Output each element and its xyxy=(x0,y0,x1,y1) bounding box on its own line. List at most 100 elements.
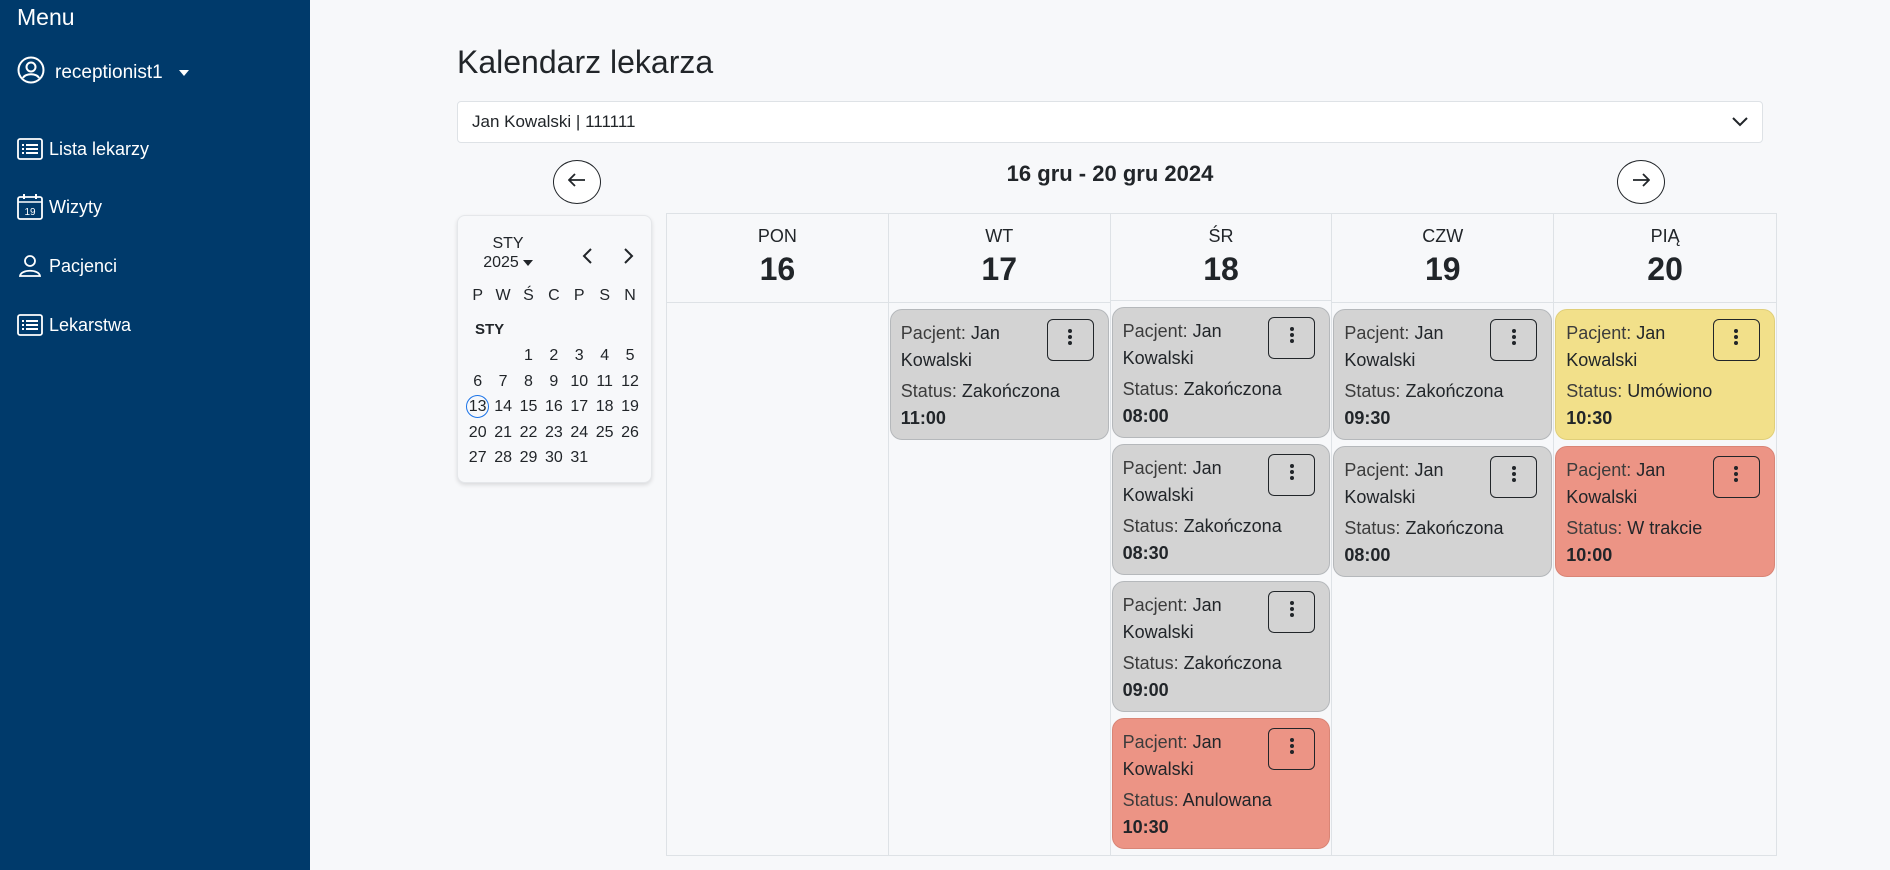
day-number: 16 xyxy=(544,398,563,416)
appointment-status: Status: Anulowana xyxy=(1123,787,1320,814)
appointment-menu-button[interactable] xyxy=(1268,728,1316,770)
day-number: 29 xyxy=(519,449,538,467)
mini-calendar-day[interactable]: 5 xyxy=(617,343,642,369)
mini-calendar-day[interactable]: 29 xyxy=(516,445,541,471)
appointment-time: 08:00 xyxy=(1122,406,1169,426)
mini-calendar-day[interactable]: 8 xyxy=(516,369,541,395)
status-label: Status: xyxy=(1122,653,1179,673)
day-column: PIĄ 20 Pacjent: Jan Kowalski Status: Umówio… xyxy=(1554,214,1776,855)
mini-calendar-prev-button[interactable] xyxy=(576,246,598,270)
sidebar-item-pacjenci[interactable]: Pacjenci xyxy=(17,253,117,279)
appointment-menu-button[interactable] xyxy=(1268,454,1316,496)
user-dropdown[interactable]: receptionist1 xyxy=(17,56,189,90)
kebab-icon xyxy=(1289,325,1295,352)
day-number: 21 xyxy=(494,423,512,441)
appointment-menu-button[interactable] xyxy=(1712,456,1760,498)
day-header: PON 16 xyxy=(667,214,888,303)
day-number: 4 xyxy=(600,347,610,364)
day-number: 10 xyxy=(570,372,589,390)
sidebar-item-label: Lista lekarzy xyxy=(49,138,150,159)
mini-calendar-day[interactable]: 11 xyxy=(592,369,617,395)
day-number: 19 xyxy=(621,398,639,416)
mini-calendar-day-today[interactable]: 13 xyxy=(465,394,490,420)
caret-down-icon xyxy=(178,70,189,76)
sidebar-item-lista-lekarzy[interactable]: Lista lekarzy xyxy=(17,136,149,162)
appointment-patient: Pacjent: Jan Kowalski xyxy=(1344,320,1494,374)
patient-label: Pacjent: xyxy=(900,323,966,343)
day-number: 20 xyxy=(468,423,487,441)
mini-calendar-day[interactable]: 21 xyxy=(490,420,515,446)
appointment-card[interactable]: Pacjent: Jan Kowalski Status: Zakończona 0… xyxy=(1333,309,1553,440)
appointment-status: Status: Zakończona xyxy=(1123,650,1320,677)
appointment-menu-button[interactable] xyxy=(1046,319,1094,361)
sidebar-item-wizyty[interactable]: 19 Wizyty xyxy=(17,194,102,220)
appointment-menu-button[interactable] xyxy=(1268,317,1316,359)
mini-calendar-day[interactable]: 25 xyxy=(592,420,617,446)
kebab-icon xyxy=(1511,327,1517,354)
next-week-button[interactable] xyxy=(1617,160,1665,204)
mini-calendar-day[interactable]: 2 xyxy=(541,343,566,369)
mini-calendar-next-button[interactable] xyxy=(618,246,640,270)
mini-calendar-day[interactable]: 16 xyxy=(541,394,566,420)
status-label: Status: xyxy=(900,381,957,401)
mini-calendar-day[interactable]: 23 xyxy=(541,420,566,446)
day-name: WT xyxy=(985,226,1014,246)
mini-calendar-day[interactable]: 10 xyxy=(567,369,592,395)
appointment-card[interactable]: Pacjent: Jan Kowalski Status: Umówiono 10:… xyxy=(1555,309,1775,440)
appointment-patient: Pacjent: Jan Kowalski xyxy=(1566,320,1716,374)
mini-calendar-day[interactable]: 18 xyxy=(592,394,617,420)
patient-label: Pacjent: xyxy=(1566,323,1632,343)
day-number: 17 xyxy=(570,398,589,416)
mini-calendar-month-year-picker[interactable]: STY 2025 xyxy=(478,234,538,272)
mini-calendar-day[interactable]: 30 xyxy=(541,445,566,471)
day-number: 2 xyxy=(549,347,559,364)
list-icon xyxy=(17,136,43,162)
list-icon xyxy=(17,312,43,338)
mini-calendar-day[interactable]: 15 xyxy=(516,394,541,420)
appointment-menu-button[interactable] xyxy=(1490,319,1538,361)
appointment-card[interactable]: Pacjent: Jan Kowalski Status: Zakończona 0… xyxy=(1333,446,1553,577)
mini-calendar-month: STY xyxy=(492,235,524,252)
appointment-menu-button[interactable] xyxy=(1268,591,1316,633)
mini-calendar-day[interactable]: 1 xyxy=(516,343,541,369)
appointment-time: 10:30 xyxy=(1566,408,1613,428)
mini-calendar-day[interactable]: 6 xyxy=(465,369,490,395)
mini-calendar-day[interactable]: 14 xyxy=(490,394,515,420)
mini-calendar-day[interactable]: 20 xyxy=(465,420,490,446)
appointment-card[interactable]: Pacjent: Jan Kowalski Status: Zakończona 1… xyxy=(889,309,1109,440)
mini-calendar-day[interactable]: 3 xyxy=(567,343,592,369)
prev-week-button[interactable] xyxy=(553,160,601,204)
mini-calendar-day[interactable]: 9 xyxy=(541,369,566,395)
day-number: 28 xyxy=(494,449,512,467)
day-number: 16 xyxy=(759,251,796,287)
empty-day-cell xyxy=(490,343,515,369)
mini-calendar-day[interactable]: 31 xyxy=(567,445,592,471)
day-column: PON 16 xyxy=(667,214,889,855)
day-number: 26 xyxy=(621,423,639,441)
appointment-patient: Pacjent: Jan Kowalski xyxy=(1123,729,1273,783)
mini-calendar-day[interactable]: 27 xyxy=(465,445,490,471)
mini-calendar-day[interactable]: 22 xyxy=(516,420,541,446)
appointment-menu-button[interactable] xyxy=(1712,319,1760,361)
kebab-icon xyxy=(1511,464,1517,491)
mini-calendar-day[interactable]: 17 xyxy=(567,394,592,420)
mini-calendar-day[interactable]: 26 xyxy=(617,420,642,446)
appointment-card[interactable]: Pacjent: Jan Kowalski Status: Zakończona 0… xyxy=(1111,307,1331,438)
day-header: WT 17 xyxy=(888,214,1110,303)
sidebar-item-lekarstwa[interactable]: Lekarstwa xyxy=(17,312,131,338)
appointment-card[interactable]: Pacjent: Jan Kowalski Status: Anulowana 10… xyxy=(1111,718,1331,849)
mini-calendar-day[interactable]: 4 xyxy=(592,343,617,369)
doctor-select[interactable]: Jan Kowalski | 111111 xyxy=(457,101,1763,143)
appointment-menu-button[interactable] xyxy=(1490,456,1538,498)
mini-calendar-day[interactable]: 28 xyxy=(490,445,515,471)
appointment-card[interactable]: Pacjent: Jan Kowalski Status: Zakończona 0… xyxy=(1111,581,1331,712)
mini-calendar-day[interactable]: 24 xyxy=(567,420,592,446)
day-number: 25 xyxy=(595,423,614,441)
mini-calendar-day[interactable]: 7 xyxy=(490,369,515,395)
day-column: CZW 19 Pacjent: Jan Kowalski Status: Zakońc… xyxy=(1332,214,1555,855)
mini-calendar-day[interactable]: 12 xyxy=(617,369,642,395)
day-number: 22 xyxy=(519,423,538,441)
mini-calendar-day[interactable]: 19 xyxy=(617,394,642,420)
appointment-card[interactable]: Pacjent: Jan Kowalski Status: Zakończona 0… xyxy=(1111,444,1331,575)
appointment-card[interactable]: Pacjent: Jan Kowalski Status: W trakcie 10… xyxy=(1555,446,1775,577)
